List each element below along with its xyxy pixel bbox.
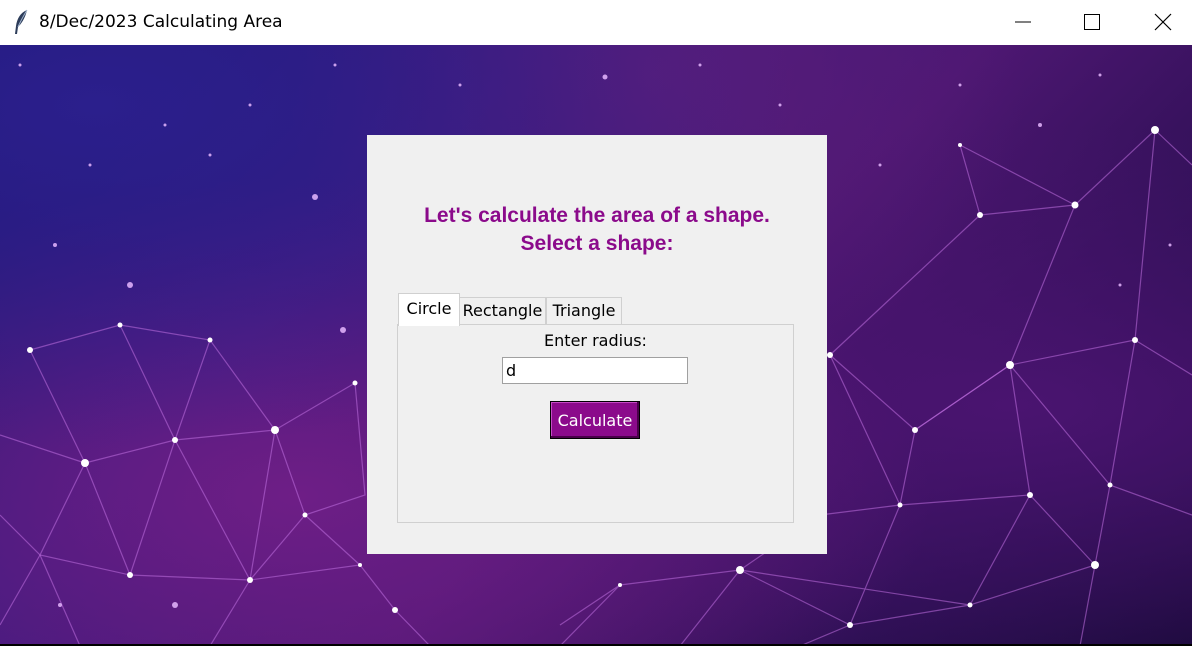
heading-line-1: Let's calculate the area of a shape. [424, 204, 770, 227]
tab-triangle[interactable]: Triangle [546, 297, 622, 325]
close-button[interactable] [1128, 0, 1192, 45]
radius-input[interactable] [502, 357, 688, 384]
calculate-button[interactable]: Calculate [550, 401, 640, 439]
window-title: 8/Dec/2023 Calculating Area [39, 12, 283, 32]
calculator-panel: Let's calculate the area of a shape. Sel… [367, 135, 827, 554]
circle-tab-content: Enter radius: Calculate [397, 324, 794, 523]
minimize-button[interactable] [988, 0, 1058, 45]
title-bar: 8/Dec/2023 Calculating Area [0, 0, 1192, 45]
maximize-icon [1084, 14, 1100, 30]
radius-label: Enter radius: [544, 331, 647, 350]
close-icon [1154, 13, 1172, 31]
heading-line-2: Select a shape: [520, 232, 674, 255]
feather-icon [12, 9, 32, 35]
maximize-button[interactable] [1057, 0, 1127, 45]
tab-circle[interactable]: Circle [398, 293, 460, 326]
minimize-icon [1015, 21, 1031, 23]
tab-rectangle[interactable]: Rectangle [459, 297, 546, 325]
page-heading: Let's calculate the area of a shape. Sel… [367, 202, 827, 258]
